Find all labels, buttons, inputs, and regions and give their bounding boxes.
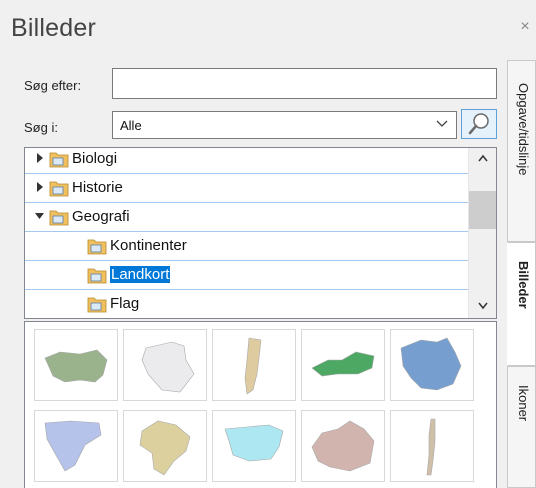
tree-scrollbar[interactable] [468,148,496,318]
folder-icon [87,297,107,313]
image-thumbnail[interactable] [301,329,385,401]
collapsed-triangle-icon[interactable] [35,182,45,192]
image-thumbnail[interactable] [123,329,207,401]
canada-map-icon [311,420,375,472]
side-tab[interactable]: Ikoner [507,366,536,488]
side-tab[interactable]: Opgave/tidslinje [507,60,536,242]
panel-title: Billeder [11,14,96,42]
bulgaria-map-icon [224,424,284,462]
image-thumbnail[interactable] [123,410,207,482]
tree-item[interactable]: Flag [25,290,469,318]
folder-icon [49,210,69,226]
tree-item[interactable]: Historie [25,174,469,203]
search-scope-select[interactable]: Alle [112,111,457,139]
panel-header: Billeder × [0,0,536,60]
image-thumbnail[interactable] [34,410,118,482]
chevron-down-icon [436,120,448,127]
tree-item-label: Historie [72,179,123,196]
image-thumbnail[interactable] [212,410,296,482]
tree-item-label: Biologi [72,150,118,167]
search-input[interactable] [112,68,497,99]
open-folder-icon [87,268,107,284]
image-thumbnail[interactable] [212,329,296,401]
scroll-down-icon[interactable] [478,302,488,310]
tree-item[interactable]: Kontinenter [25,232,469,261]
search-scope-label: Søg i: [24,120,58,135]
folder-icon [87,239,107,255]
tree-item[interactable]: Biologi [25,148,469,174]
folder-icon [49,152,69,168]
scrollbar-thumb[interactable] [469,191,496,229]
image-thumbnail[interactable] [390,329,474,401]
tree-item[interactable]: Landkort [25,261,469,290]
search-scope-value: Alle [120,118,142,133]
chile-map-icon [426,418,436,476]
brazil-map-icon [139,420,191,476]
side-tab-label: Ikoner [516,385,531,422]
algeria-map-icon [141,341,195,393]
image-thumbnail[interactable] [390,410,474,482]
expanded-triangle-icon[interactable] [35,211,45,221]
tree-item-label: Geografi [72,208,130,225]
argentina-map-icon [244,337,262,395]
tree-item-label: Kontinenter [110,237,187,254]
tree-item-label: Landkort [110,266,171,283]
magnifier-icon [468,113,489,135]
australia-map-icon [400,337,462,391]
side-tab-label: Opgave/tidslinje [516,83,531,176]
bosnia-map-icon [44,420,102,472]
side-tab-strip: Opgave/tidslinje Billeder Ikoner [507,60,536,488]
side-tab[interactable]: Billeder [507,242,536,366]
image-thumbnail[interactable] [301,410,385,482]
collapsed-triangle-icon[interactable] [35,153,45,163]
search-label: Søg efter: [24,78,82,93]
images-panel: Billeder × Søg efter: Søg i: Alle Biolog… [0,0,530,488]
image-thumbnail-grid [24,321,497,488]
side-tab-label: Billeder [516,261,531,309]
scroll-up-icon[interactable] [478,154,488,162]
image-thumbnail[interactable] [34,329,118,401]
folder-icon [49,181,69,197]
tree-item[interactable]: Geografi [25,203,469,232]
search-button[interactable] [461,109,497,139]
austria-map-icon [311,351,375,377]
close-button[interactable]: × [518,19,532,35]
tree-item-label: Flag [110,295,140,312]
category-tree[interactable]: Biologi Historie Geografi Kontinenter Landko… [24,147,497,319]
usa-map-icon [44,349,108,383]
